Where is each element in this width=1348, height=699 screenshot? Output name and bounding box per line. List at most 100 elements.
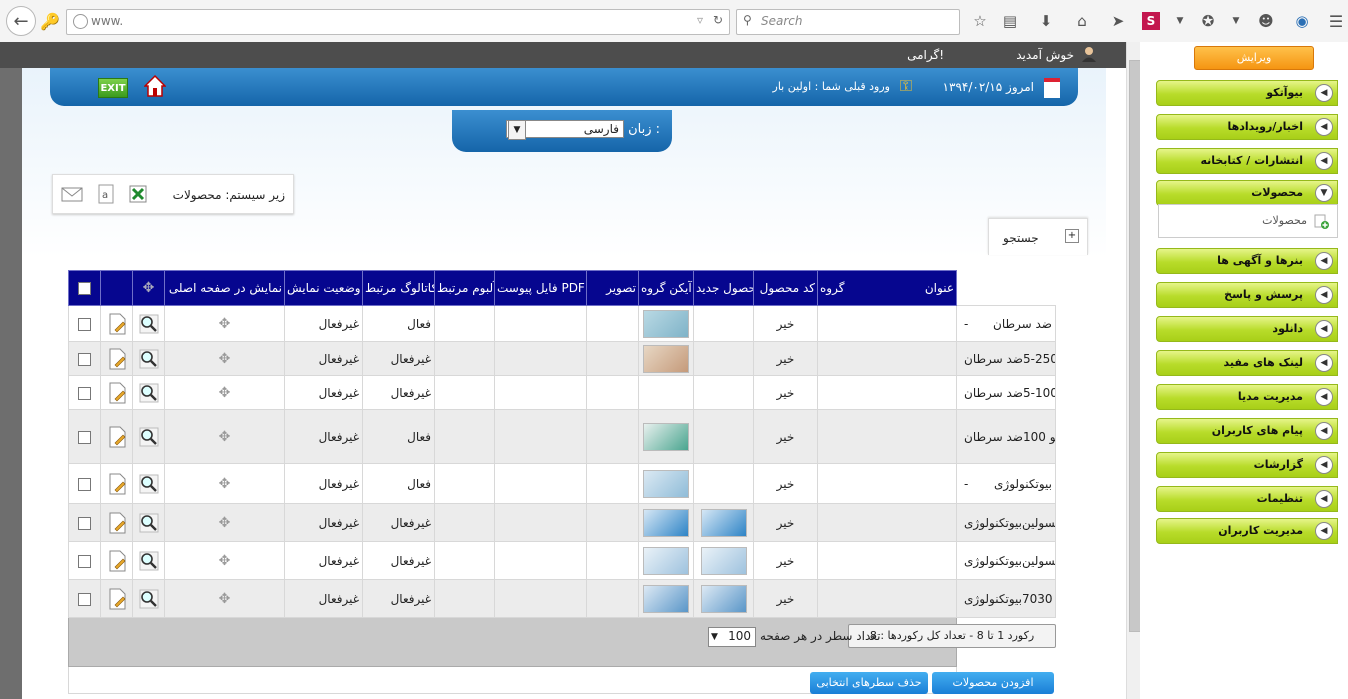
row-checkbox[interactable] <box>78 554 91 568</box>
row-view-cell[interactable] <box>132 305 165 342</box>
row-checkbox[interactable] <box>78 477 91 491</box>
add-products-button[interactable]: افزودن محصولات <box>932 672 1054 694</box>
select-all-header[interactable] <box>68 270 101 306</box>
row-checkbox[interactable] <box>78 317 91 331</box>
row-view-cell[interactable] <box>132 409 165 464</box>
edit-document-icon[interactable] <box>106 382 128 404</box>
home-button-icon[interactable] <box>144 74 166 98</box>
row-select-cell[interactable] <box>68 463 101 504</box>
move-arrows-icon[interactable]: ✥ <box>215 314 235 334</box>
row-view-cell[interactable] <box>132 579 165 618</box>
select-all-checkbox[interactable] <box>78 282 91 295</box>
header-code[interactable]: کد محصول <box>753 270 818 306</box>
group-icon-thumbnail[interactable] <box>700 546 747 575</box>
account-icon[interactable]: ◉ <box>1290 9 1314 33</box>
chevron-left-icon[interactable]: ◀ <box>1315 456 1333 474</box>
language-dropdown-icon[interactable]: ▼ <box>508 120 526 140</box>
header-group-icon[interactable]: آیکن گروه <box>638 270 694 306</box>
product-image-thumbnail[interactable] <box>643 344 689 373</box>
chevron-left-icon[interactable]: ◀ <box>1315 152 1333 170</box>
magnifier-icon[interactable] <box>139 589 159 609</box>
home-icon[interactable]: ⌂ <box>1070 9 1094 33</box>
table-row[interactable]: ✥ غیرفعال فعال خیر - بیوتکنولوژی <box>68 463 1056 504</box>
group-icon-thumbnail[interactable] <box>700 508 747 537</box>
table-row[interactable]: ✥ غیرفعالفعال خیر ضد سرطانایماکو 100 ®⋮ <box>68 409 1056 464</box>
header-title[interactable]: گروه عنوان <box>817 270 957 306</box>
extension-bug-icon[interactable]: ✪ <box>1196 9 1220 33</box>
product-image-thumbnail[interactable] <box>643 508 689 537</box>
row-checkbox[interactable] <box>78 386 91 400</box>
row-select-cell[interactable] <box>68 541 101 580</box>
row-move-cell[interactable]: ✥ <box>164 341 285 376</box>
chevron-down-icon[interactable]: ▼ <box>1315 184 1333 202</box>
row-view-cell[interactable] <box>132 541 165 580</box>
extension-s-icon[interactable]: S <box>1142 12 1160 30</box>
move-arrows-icon[interactable]: ✥ <box>215 589 235 609</box>
chevron-left-icon[interactable]: ◀ <box>1315 422 1333 440</box>
sidebar-item-3[interactable]: محصولات ▼ <box>1156 180 1338 206</box>
row-checkbox[interactable] <box>78 352 91 366</box>
send-icon[interactable]: ➤ <box>1106 9 1130 33</box>
reading-list-icon[interactable]: ▤ <box>998 9 1022 33</box>
search-input[interactable]: ⚲ Search <box>736 9 960 35</box>
url-bar[interactable]: www. ▿ ↻ <box>66 9 730 35</box>
exit-button[interactable]: EXIT <box>98 78 128 98</box>
row-edit-cell[interactable] <box>100 305 133 342</box>
chevron-left-icon[interactable]: ◀ <box>1315 320 1333 338</box>
move-arrows-icon[interactable]: ✥ <box>215 349 235 369</box>
header-catalog[interactable]: کاتالوگ مرتبط <box>362 270 435 306</box>
chevron-left-icon[interactable]: ◀ <box>1315 286 1333 304</box>
header-home[interactable]: نمایش در صفحه اصلی <box>164 270 285 306</box>
row-select-cell[interactable] <box>68 305 101 342</box>
row-edit-cell[interactable] <box>100 579 133 618</box>
chevron-left-icon[interactable]: ◀ <box>1315 388 1333 406</box>
chevron-left-icon[interactable]: ◀ <box>1315 84 1333 102</box>
row-view-cell[interactable] <box>132 341 165 376</box>
product-image-thumbnail[interactable] <box>643 546 689 575</box>
product-image-thumbnail[interactable] <box>643 309 689 338</box>
product-image-thumbnail[interactable] <box>643 584 689 613</box>
row-checkbox[interactable] <box>78 430 91 444</box>
sidebar-item-7[interactable]: لینک های مفید ◀ <box>1156 350 1338 376</box>
edit-document-icon[interactable] <box>106 348 128 370</box>
reload-icon[interactable]: ↻ <box>713 13 723 27</box>
row-move-cell[interactable]: ✥ <box>164 375 285 410</box>
header-status[interactable]: وضعیت نمایش <box>284 270 363 306</box>
row-edit-cell[interactable] <box>100 463 133 504</box>
edit-document-icon[interactable] <box>106 426 128 448</box>
header-image[interactable]: تصویر <box>586 270 639 306</box>
edit-document-icon[interactable] <box>106 550 128 572</box>
row-move-cell[interactable]: ✥ <box>164 463 285 504</box>
magnifier-icon[interactable] <box>139 383 159 403</box>
rows-per-page-select[interactable]: 100 ▼ <box>708 627 756 647</box>
magnifier-icon[interactable] <box>139 427 159 447</box>
bookmark-star-icon[interactable]: ☆ <box>968 9 992 33</box>
sidebar-item-8[interactable]: مدیریت مدیا ◀ <box>1156 384 1338 410</box>
row-edit-cell[interactable] <box>100 341 133 376</box>
row-edit-cell[interactable] <box>100 375 133 410</box>
row-edit-cell[interactable] <box>100 541 133 580</box>
vertical-scrollbar[interactable] <box>1126 42 1141 699</box>
row-view-cell[interactable] <box>132 463 165 504</box>
sidebar-item-10[interactable]: گزارشات ◀ <box>1156 452 1338 478</box>
edit-document-icon[interactable] <box>106 512 128 534</box>
url-dropdown-icon[interactable]: ▿ <box>697 13 703 27</box>
product-image-thumbnail[interactable] <box>643 469 689 498</box>
row-view-cell[interactable] <box>132 503 165 542</box>
move-arrows-icon[interactable]: ✥ <box>215 474 235 494</box>
excel-export-icon[interactable] <box>127 184 149 204</box>
row-move-cell[interactable]: ✥ <box>164 579 285 618</box>
sidebar-item-1[interactable]: اخبار/رویدادها ◀ <box>1156 114 1338 140</box>
row-edit-cell[interactable] <box>100 503 133 542</box>
sidebar-item-12[interactable]: مدیریت کاربران ◀ <box>1156 518 1338 544</box>
row-select-cell[interactable] <box>68 341 101 376</box>
chevron-left-icon[interactable]: ◀ <box>1315 522 1333 540</box>
header-pdf[interactable]: فایل پیوست PDF <box>494 270 587 306</box>
table-row[interactable]: ✥ غیرفعالغیرفعال خیر ضد سرطان5-فلورواوراسیل… <box>68 341 1056 376</box>
row-select-cell[interactable] <box>68 579 101 618</box>
header-new[interactable]: محصول جدید <box>693 270 754 306</box>
row-checkbox[interactable] <box>78 592 91 606</box>
table-row[interactable]: ✥ غیرفعالغیرفعال خیر بیوتکنولوژیانسولین NPH… <box>68 541 1056 580</box>
chat-icon[interactable]: ☻ <box>1254 9 1278 33</box>
download-icon[interactable]: ⬇ <box>1034 9 1058 33</box>
